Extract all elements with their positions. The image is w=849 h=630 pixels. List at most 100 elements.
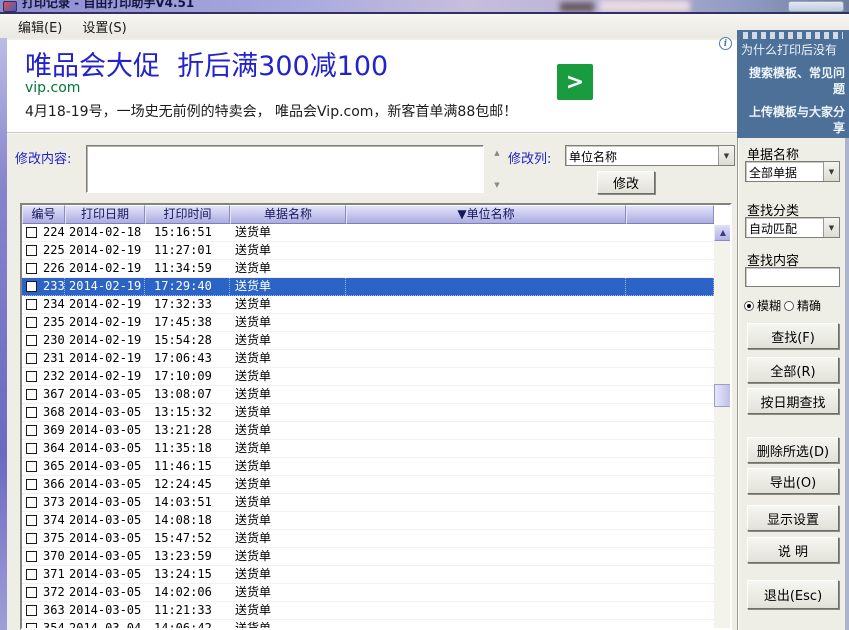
table-row[interactable]: 3542014-03-0414:06:42送货单 <box>22 620 714 630</box>
table-row[interactable]: 2262014-02-1911:34:59送货单 <box>22 260 714 278</box>
search-category-value: 自动匹配 <box>746 218 823 237</box>
row-checkbox[interactable] <box>26 551 37 562</box>
table-row[interactable]: 2332014-02-1917:29:40送货单 <box>22 278 714 296</box>
table-row[interactable]: 3702014-03-0513:23:59送货单 <box>22 548 714 566</box>
row-checkbox[interactable] <box>26 263 37 274</box>
cell-id: 371 <box>22 566 65 583</box>
spinner-down-icon[interactable]: ▼ <box>491 180 503 190</box>
window-control-buttons[interactable] <box>788 1 844 12</box>
cell-unit-name <box>346 440 626 457</box>
table-row[interactable]: 2342014-02-1917:32:33送货单 <box>22 296 714 314</box>
table-row[interactable]: 2242014-02-1815:16:51送货单 <box>22 224 714 242</box>
app-window: 打印记录 - 自由打印助手V4.51 编辑(E)设置(S) 唯品会大促 折后满3… <box>0 0 849 630</box>
help-button[interactable]: 说 明 <box>747 537 839 563</box>
menu-item-1[interactable]: 设置(S) <box>72 14 136 39</box>
display-settings-button[interactable]: 显示设置 <box>747 505 839 531</box>
exact-radio[interactable] <box>784 301 794 311</box>
find-by-date-button[interactable]: 按日期查找 <box>747 388 839 414</box>
window-title: 打印记录 - 自由打印助手V4.51 <box>22 0 194 11</box>
row-checkbox[interactable] <box>26 443 37 454</box>
cell-doc-name: 送货单 <box>230 584 346 601</box>
column-header-3[interactable]: 单据名称 <box>230 205 346 224</box>
row-checkbox[interactable] <box>26 299 37 310</box>
table-row[interactable]: 3692014-03-0513:21:28送货单 <box>22 422 714 440</box>
ad-banner[interactable]: 唯品会大促 折后满300减100 vip.com 4月18-19号，一场史无前例… <box>7 40 737 133</box>
fuzzy-radio[interactable] <box>744 301 754 311</box>
find-button[interactable]: 查找(F) <box>747 323 839 349</box>
row-checkbox[interactable] <box>26 281 37 292</box>
vertical-scrollbar[interactable]: ▲ <box>714 224 732 630</box>
cell-doc-name: 送货单 <box>230 458 346 475</box>
table-row[interactable]: 3752014-03-0515:47:52送货单 <box>22 530 714 548</box>
table-row[interactable]: 3652014-03-0511:46:15送货单 <box>22 458 714 476</box>
doc-name-select[interactable]: 全部单据 ▼ <box>745 161 840 182</box>
cell-unit-name <box>346 224 626 241</box>
cell-doc-name: 送货单 <box>230 422 346 439</box>
row-checkbox[interactable] <box>26 371 37 382</box>
row-checkbox[interactable] <box>26 389 37 400</box>
column-header-5[interactable] <box>626 205 714 224</box>
row-checkbox[interactable] <box>26 515 37 526</box>
menu-item-0[interactable]: 编辑(E) <box>8 14 72 39</box>
table-row[interactable]: 3672014-03-0513:08:07送货单 <box>22 386 714 404</box>
row-id: 370 <box>43 548 65 565</box>
row-checkbox[interactable] <box>26 605 37 616</box>
help-link-0[interactable]: 为什么打印后没有 <box>741 42 845 58</box>
spinner-up-icon[interactable]: ▲ <box>491 148 503 158</box>
all-button[interactable]: 全部(R) <box>747 357 839 383</box>
row-checkbox[interactable] <box>26 461 37 472</box>
row-checkbox[interactable] <box>26 353 37 364</box>
row-checkbox[interactable] <box>26 245 37 256</box>
scrollbar-thumb[interactable] <box>714 384 732 407</box>
table-row[interactable]: 3732014-03-0514:03:51送货单 <box>22 494 714 512</box>
scroll-up-icon[interactable]: ▲ <box>714 224 732 241</box>
table-row[interactable]: 2302014-02-1915:54:28送货单 <box>22 332 714 350</box>
info-icon[interactable]: i <box>719 37 732 50</box>
search-category-select[interactable]: 自动匹配 ▼ <box>745 217 840 238</box>
help-link-1[interactable]: 搜索模板、常见问题 <box>741 65 845 97</box>
ad-site-link[interactable]: vip.com <box>25 80 80 96</box>
row-checkbox[interactable] <box>26 569 37 580</box>
table-row[interactable]: 2322014-02-1917:10:09送货单 <box>22 368 714 386</box>
modify-content-input[interactable] <box>86 145 484 193</box>
chevron-down-icon[interactable]: ▼ <box>823 162 839 181</box>
row-checkbox[interactable] <box>26 407 37 418</box>
app-icon <box>3 1 17 12</box>
help-link-2[interactable]: 上传模板与大家分享 <box>741 104 845 136</box>
modify-button[interactable]: 修改 <box>597 171 655 194</box>
column-header-2[interactable]: 打印时间 <box>145 205 230 224</box>
table-row[interactable]: 3722014-03-0514:02:06送货单 <box>22 584 714 602</box>
modify-column-select[interactable]: 单位名称 ▼ <box>565 145 735 166</box>
search-input[interactable] <box>745 267 840 287</box>
row-checkbox[interactable] <box>26 623 37 630</box>
row-checkbox[interactable] <box>26 425 37 436</box>
table-row[interactable]: 3742014-03-0514:08:18送货单 <box>22 512 714 530</box>
table-row[interactable]: 2312014-02-1917:06:43送货单 <box>22 350 714 368</box>
row-checkbox[interactable] <box>26 227 37 238</box>
row-checkbox[interactable] <box>26 533 37 544</box>
export-button[interactable]: 导出(O) <box>747 468 839 494</box>
table-row[interactable]: 3682014-03-0513:15:32送货单 <box>22 404 714 422</box>
chevron-down-icon[interactable]: ▼ <box>718 146 734 165</box>
row-checkbox[interactable] <box>26 335 37 346</box>
match-mode-radios: 模糊 精确 <box>744 297 821 314</box>
table-row[interactable]: 2252014-02-1911:27:01送货单 <box>22 242 714 260</box>
chevron-down-icon[interactable]: ▼ <box>823 218 839 237</box>
delete-selected-button[interactable]: 删除所选(D) <box>747 437 839 463</box>
table-row[interactable]: 3662014-03-0512:24:45送货单 <box>22 476 714 494</box>
column-header-1[interactable]: 打印日期 <box>65 205 145 224</box>
column-header-4[interactable]: ▼单位名称 <box>346 205 626 224</box>
table-row[interactable]: 3712014-03-0513:24:15送货单 <box>22 566 714 584</box>
ad-arrow-button[interactable]: > <box>557 64 593 100</box>
row-checkbox[interactable] <box>26 317 37 328</box>
row-checkbox[interactable] <box>26 497 37 508</box>
cell-doc-name: 送货单 <box>230 260 346 277</box>
cell-print-time: 17:29:40 <box>145 278 230 295</box>
row-checkbox[interactable] <box>26 587 37 598</box>
table-row[interactable]: 3632014-03-0511:21:33送货单 <box>22 602 714 620</box>
column-header-0[interactable]: 编号 <box>22 205 65 224</box>
exit-button[interactable]: 退出(Esc) <box>747 580 839 609</box>
row-checkbox[interactable] <box>26 479 37 490</box>
table-row[interactable]: 3642014-03-0511:35:18送货单 <box>22 440 714 458</box>
table-row[interactable]: 2352014-02-1917:45:38送货单 <box>22 314 714 332</box>
